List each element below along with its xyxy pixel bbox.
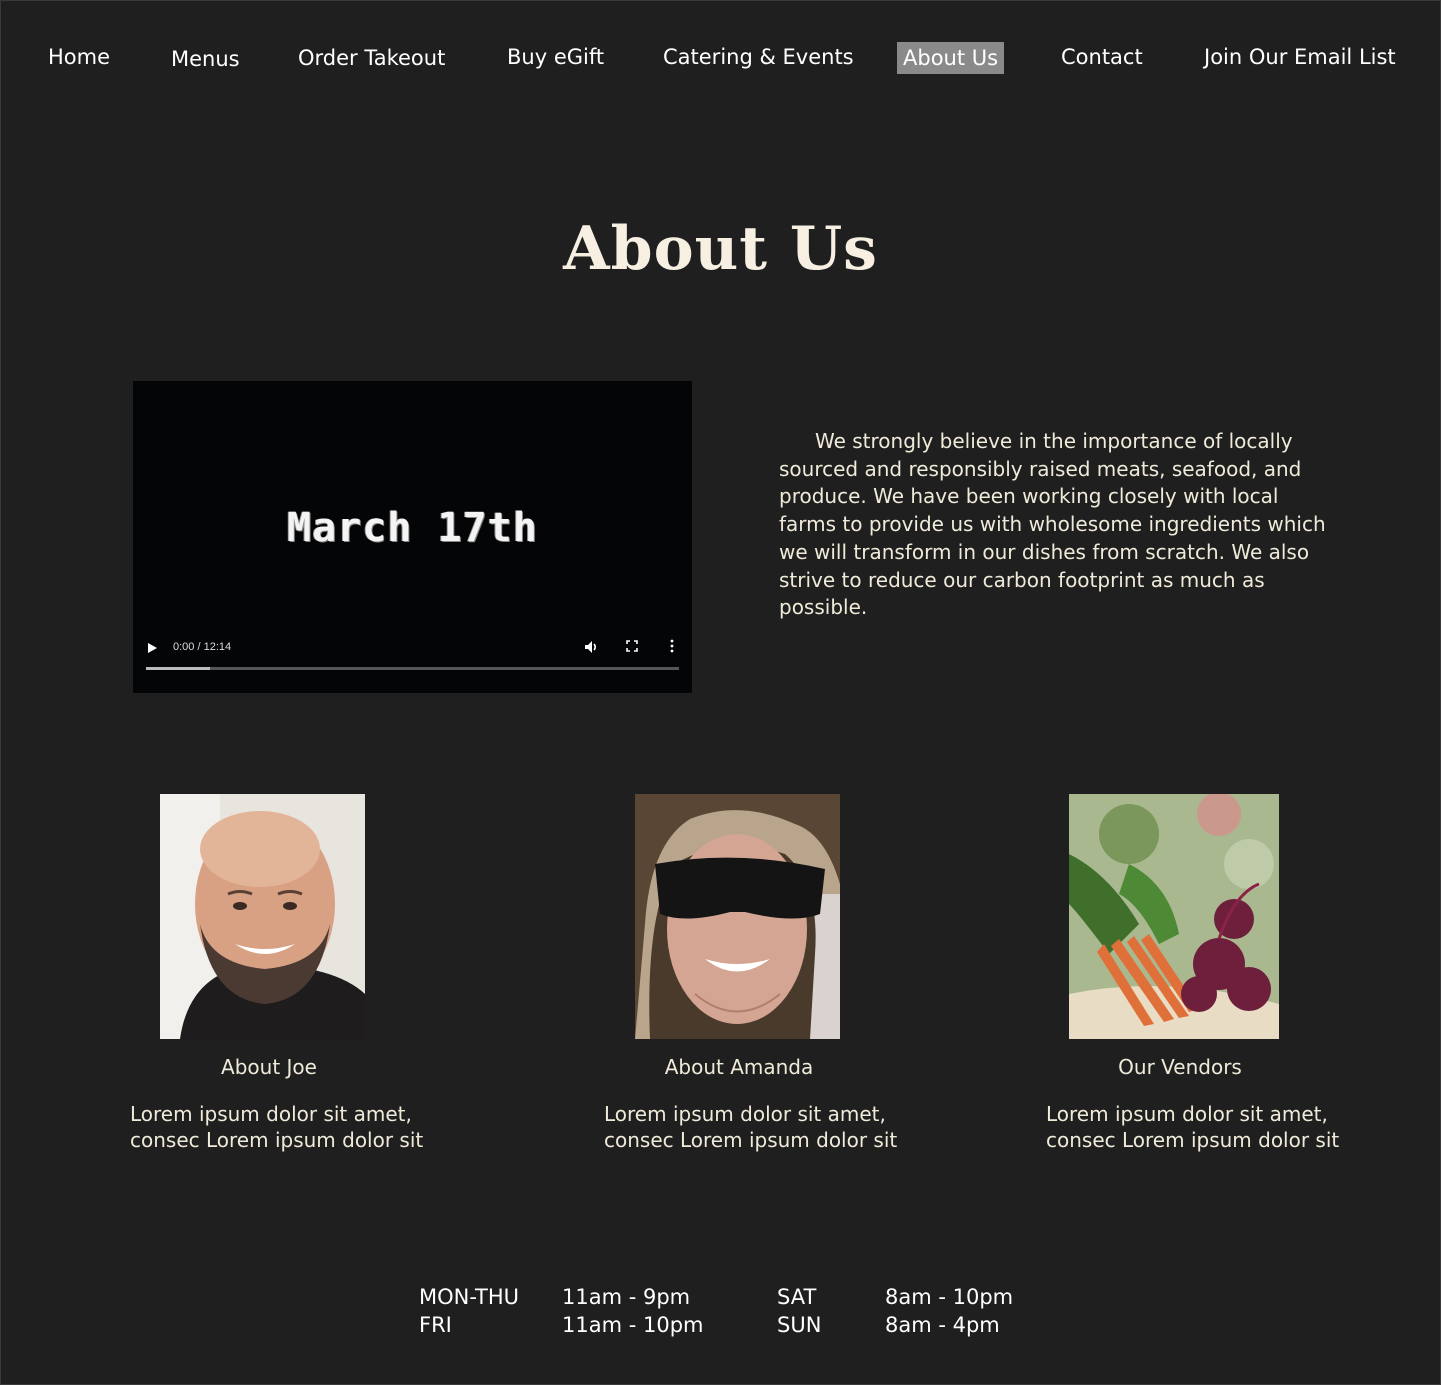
fullscreen-icon[interactable] (624, 639, 640, 657)
nav-home[interactable]: Home (48, 44, 110, 70)
video-progress-fill (146, 667, 210, 670)
photo-vegetables (1069, 794, 1279, 1039)
more-options-icon[interactable] (664, 639, 680, 657)
photo-amanda (635, 794, 840, 1039)
page-title: About Us (563, 214, 878, 284)
hours-value-fri: 11am - 10pm (562, 1313, 704, 1337)
play-icon[interactable] (147, 642, 159, 654)
card-heading-vendors[interactable]: Our Vendors (1069, 1055, 1291, 1079)
hours-label-mon-thu: MON-THU (419, 1285, 519, 1309)
card-heading-amanda[interactable]: About Amanda (635, 1055, 843, 1079)
hours-value-mon-thu: 11am - 9pm (562, 1285, 691, 1309)
nav-about-us[interactable]: About Us (897, 42, 1005, 74)
video-progress-bar[interactable] (146, 667, 679, 670)
hours-value-sat: 8am - 10pm (885, 1285, 1014, 1309)
photo-joe (160, 794, 365, 1039)
hours-label-fri: FRI (419, 1313, 452, 1337)
card-text-vendors: Lorem ipsum dolor sit amet, consec Lorem… (1046, 1102, 1340, 1152)
volume-icon[interactable] (583, 639, 599, 659)
hours-label-sat: SAT (777, 1285, 817, 1309)
nav-contact[interactable]: Contact (1061, 44, 1143, 70)
card-text-joe: Lorem ipsum dolor sit amet, consec Lorem… (130, 1102, 424, 1152)
card-heading-joe[interactable]: About Joe (160, 1055, 378, 1079)
nav-join-email-list[interactable]: Join Our Email List (1204, 44, 1396, 70)
main-nav: Home Menus Order Takeout Buy eGift Cater… (0, 38, 1441, 78)
video-player[interactable]: March 17th 0:00 / 12:14 (133, 381, 692, 693)
nav-menus[interactable]: Menus (171, 46, 240, 72)
video-title-card: March 17th (287, 505, 538, 551)
card-text-amanda: Lorem ipsum dolor sit amet, consec Lorem… (604, 1102, 898, 1152)
nav-catering-events[interactable]: Catering & Events (663, 44, 854, 70)
nav-buy-egift[interactable]: Buy eGift (507, 44, 604, 70)
video-controls: 0:00 / 12:14 (133, 633, 692, 693)
about-description: We strongly believe in the importance of… (779, 429, 1326, 620)
hours-label-sun: SUN (777, 1313, 822, 1337)
hours-value-sun: 8am - 4pm (885, 1313, 1000, 1337)
video-time: 0:00 / 12:14 (173, 641, 232, 653)
nav-order-takeout[interactable]: Order Takeout (298, 45, 445, 71)
